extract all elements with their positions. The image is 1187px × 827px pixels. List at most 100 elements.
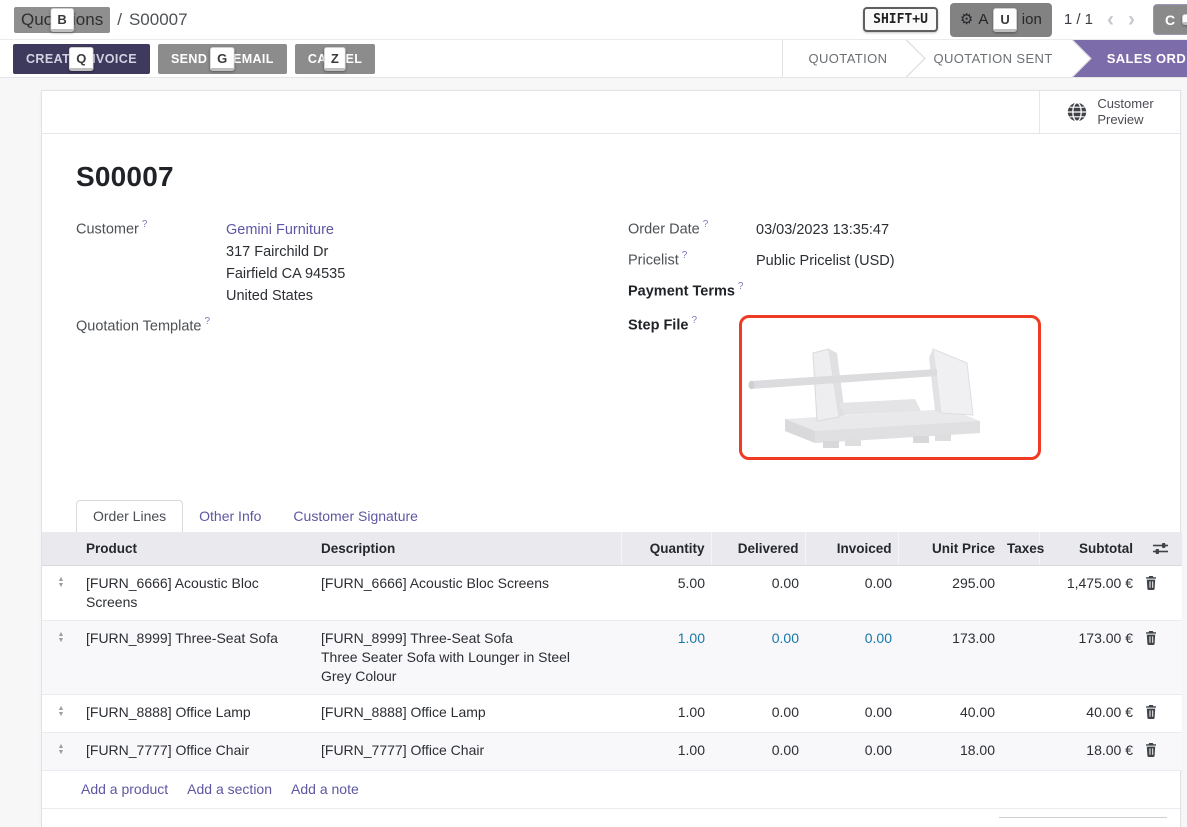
table-row[interactable]: ▲▼ [FURN_8999] Three-Seat Sofa [FURN_899… xyxy=(42,621,1182,695)
help-icon[interactable]: ? xyxy=(142,219,148,230)
add-a-note-link[interactable]: Add a note xyxy=(291,781,359,797)
pager-next-icon[interactable]: › xyxy=(1128,9,1135,30)
hotkey-badge-create-invoice: Q xyxy=(69,47,94,71)
cell-description[interactable]: [FURN_8999] Three-Seat Sofa Three Seater… xyxy=(315,621,621,695)
column-header-delivered[interactable]: Delivered xyxy=(711,532,805,566)
cell-taxes[interactable] xyxy=(1001,695,1039,733)
cell-unit-price[interactable]: 295.00 xyxy=(898,566,1001,621)
statusbar-step-quotation-sent[interactable]: QUOTATION SENT xyxy=(907,40,1072,77)
order-date-value[interactable]: 03/03/2023 13:35:47 xyxy=(756,219,889,241)
delete-line-icon[interactable] xyxy=(1145,705,1157,719)
cell-unit-price[interactable]: 40.00 xyxy=(898,695,1001,733)
cell-description[interactable]: [FURN_8888] Office Lamp xyxy=(315,695,621,733)
drag-handle-icon[interactable]: ▲▼ xyxy=(48,574,74,589)
shortcut-hint-badge: SHIFT+U xyxy=(863,7,938,32)
help-icon[interactable]: ? xyxy=(204,316,210,327)
drag-handle-icon[interactable]: ▲▼ xyxy=(48,629,74,644)
cell-delivered[interactable]: 0.00 xyxy=(711,566,805,621)
pager-value: 1 / 1 xyxy=(1064,11,1093,28)
help-icon[interactable]: ? xyxy=(691,315,697,326)
add-a-product-link[interactable]: Add a product xyxy=(81,781,168,797)
cell-subtotal: 173.00 € xyxy=(1039,621,1139,695)
new-button[interactable]: C xyxy=(1153,4,1187,35)
cell-description[interactable]: [FURN_7777] Office Chair xyxy=(315,733,621,771)
tab-order-lines[interactable]: Order Lines xyxy=(76,500,183,532)
column-header-taxes[interactable]: Taxes xyxy=(1001,532,1039,566)
cell-invoiced[interactable]: 0.00 xyxy=(805,621,898,695)
cell-subtotal: 1,475.00 € xyxy=(1039,566,1139,621)
field-order-date: Order Date? 03/03/2023 13:35:47 xyxy=(628,219,1146,241)
help-icon[interactable]: ? xyxy=(738,281,744,292)
table-row[interactable]: ▲▼ [FURN_6666] Acoustic Bloc Screens [FU… xyxy=(42,566,1182,621)
control-panel: CREATE INVOICE Q SEND BY EMAIL G CANCEL … xyxy=(0,40,1187,78)
cell-delivered[interactable]: 0.00 xyxy=(711,621,805,695)
table-row[interactable]: ▲▼ [FURN_7777] Office Chair [FURN_7777] … xyxy=(42,733,1182,771)
cell-delivered[interactable]: 0.00 xyxy=(711,733,805,771)
cell-invoiced[interactable]: 0.00 xyxy=(805,733,898,771)
column-header-unit-price[interactable]: Unit Price xyxy=(898,532,1001,566)
cell-delivered[interactable]: 0.00 xyxy=(711,695,805,733)
cell-product[interactable]: [FURN_7777] Office Chair xyxy=(80,733,315,771)
cell-taxes[interactable] xyxy=(1001,566,1039,621)
column-header-invoiced[interactable]: Invoiced xyxy=(805,532,898,566)
cell-product[interactable]: [FURN_8888] Office Lamp xyxy=(80,695,315,733)
cell-unit-price[interactable]: 173.00 xyxy=(898,621,1001,695)
optional-columns-header xyxy=(1139,532,1182,566)
customer-value-link[interactable]: Gemini Furniture xyxy=(226,222,334,238)
cell-invoiced[interactable]: 0.00 xyxy=(805,566,898,621)
pager-previous-icon[interactable]: ‹ xyxy=(1107,9,1114,30)
statusbar: QUOTATION QUOTATION SENT SALES ORDER xyxy=(782,40,1187,77)
step-file-image-highlighted[interactable] xyxy=(739,315,1041,460)
drag-handle-icon[interactable]: ▲▼ xyxy=(48,703,74,718)
cell-quantity[interactable]: 5.00 xyxy=(621,566,711,621)
delete-line-icon[interactable] xyxy=(1145,576,1157,590)
create-invoice-button[interactable]: CREATE INVOICE Q xyxy=(13,44,150,74)
total-box: Total: 1,706.00 € xyxy=(999,817,1167,827)
customer-preview-button[interactable]: Customer Preview xyxy=(1039,91,1180,133)
statusbar-step-quotation[interactable]: QUOTATION xyxy=(783,40,908,77)
hotkey-badge-new xyxy=(1182,14,1187,25)
delete-line-icon[interactable] xyxy=(1145,743,1157,757)
add-a-section-link[interactable]: Add a section xyxy=(187,781,272,797)
description-line2: Three Seater Sofa with Lounger in Steel … xyxy=(321,648,601,686)
cell-description[interactable]: [FURN_6666] Acoustic Bloc Screens xyxy=(315,566,621,621)
cell-quantity[interactable]: 1.00 xyxy=(621,621,711,695)
cell-unit-price[interactable]: 18.00 xyxy=(898,733,1001,771)
table-row[interactable]: ▲▼ [FURN_8888] Office Lamp [FURN_8888] O… xyxy=(42,695,1182,733)
column-header-subtotal[interactable]: Subtotal xyxy=(1039,532,1139,566)
action-menu-button[interactable]: ⚙ A U ion xyxy=(950,3,1052,37)
cell-quantity[interactable]: 1.00 xyxy=(621,733,711,771)
help-icon[interactable]: ? xyxy=(682,250,688,261)
help-icon[interactable]: ? xyxy=(703,219,709,230)
tab-customer-signature[interactable]: Customer Signature xyxy=(277,501,434,532)
column-header-description[interactable]: Description xyxy=(315,532,621,566)
cell-taxes[interactable] xyxy=(1001,733,1039,771)
drag-handle-icon[interactable]: ▲▼ xyxy=(48,741,74,756)
table-header-row: Product Description Quantity Delivered I… xyxy=(42,532,1182,566)
column-header-product[interactable]: Product xyxy=(80,532,315,566)
breadcrumb-parent[interactable]: Quotations B xyxy=(14,7,110,33)
optional-columns-icon[interactable] xyxy=(1152,542,1169,555)
quotation-template-label: Quotation Template xyxy=(76,318,201,334)
table-footer-links: Add a product Add a section Add a note xyxy=(42,771,1180,809)
cell-quantity[interactable]: 1.00 xyxy=(621,695,711,733)
order-lines-table: Product Description Quantity Delivered I… xyxy=(42,532,1182,771)
breadcrumb-current: S00007 xyxy=(129,10,188,30)
delete-line-icon[interactable] xyxy=(1145,631,1157,645)
cell-product[interactable]: [FURN_6666] Acoustic Bloc Screens xyxy=(80,566,315,621)
send-by-email-button[interactable]: SEND BY EMAIL G xyxy=(158,44,287,74)
cell-subtotal: 40.00 € xyxy=(1039,695,1139,733)
customer-address-line3: United States xyxy=(226,288,313,304)
hotkey-badge-send-email: G xyxy=(210,47,235,71)
cell-taxes[interactable] xyxy=(1001,621,1039,695)
top-navbar: Quotations B / S00007 SHIFT+U ⚙ A U ion … xyxy=(0,0,1187,40)
cell-invoiced[interactable]: 0.00 xyxy=(805,695,898,733)
hotkey-badge-cancel: Z xyxy=(324,47,346,71)
column-header-quantity[interactable]: Quantity xyxy=(621,532,711,566)
notebook-tabs: Order Lines Other Info Customer Signatur… xyxy=(76,500,1146,532)
field-group: Customer? Gemini Furniture 317 Fairchild… xyxy=(76,219,1146,469)
cell-product[interactable]: [FURN_8999] Three-Seat Sofa xyxy=(80,621,315,695)
tab-other-info[interactable]: Other Info xyxy=(183,501,277,532)
pricelist-value[interactable]: Public Pricelist (USD) xyxy=(756,250,895,272)
cancel-button[interactable]: CANCEL Z xyxy=(295,44,375,74)
